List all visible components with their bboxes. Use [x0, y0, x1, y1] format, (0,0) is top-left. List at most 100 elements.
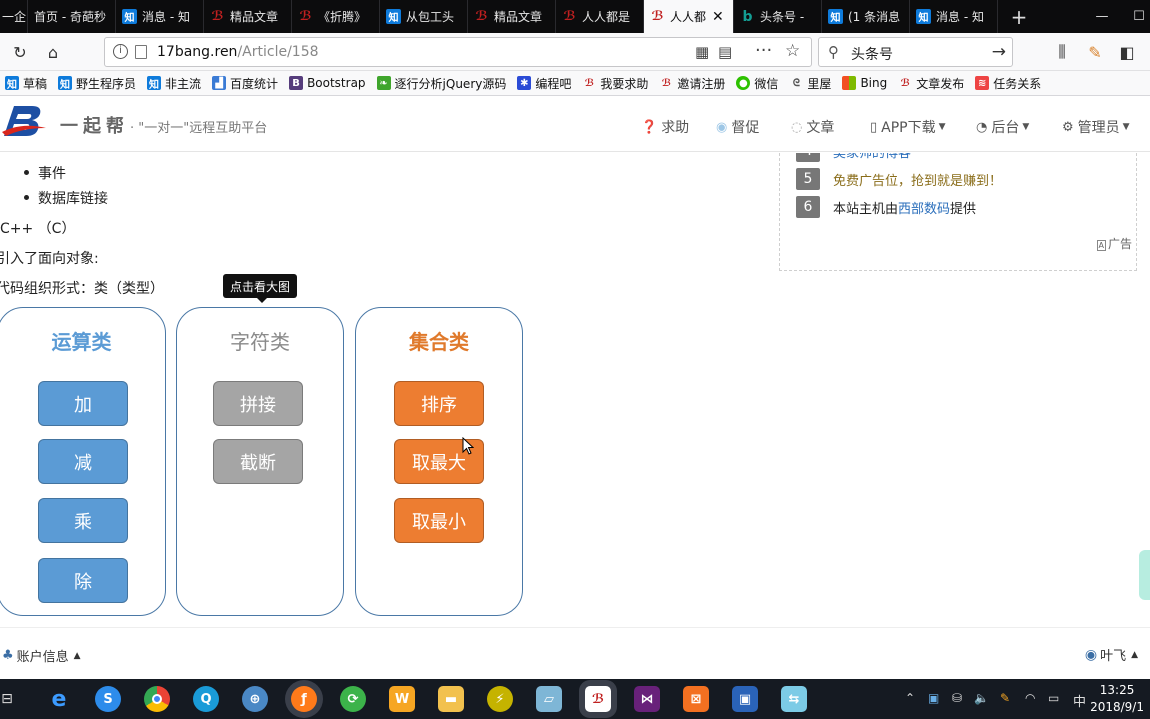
- firefox-icon[interactable]: ƒ: [291, 686, 317, 712]
- bookmark-label: 编程吧: [535, 76, 572, 91]
- nav-supervise[interactable]: ◉ 督促: [716, 117, 759, 137]
- eye-icon: ◉: [716, 119, 728, 135]
- bookmark-item[interactable]: 知草稿: [5, 75, 47, 92]
- bookmark-item[interactable]: ❧ 逐行分析jQuery源码: [376, 75, 506, 92]
- nav-help[interactable]: ❓ 求助: [641, 117, 689, 137]
- account-info-menu[interactable]: ♣ 账户信息 ▲: [2, 646, 81, 665]
- rank-badge: 4: [796, 153, 820, 162]
- host-provider-link[interactable]: 西部数码: [898, 202, 950, 217]
- clock-time: 13:25: [1099, 683, 1135, 697]
- 17bang-app-icon[interactable]: ℬ: [585, 686, 611, 712]
- home-icon[interactable]: ⌂: [42, 41, 64, 63]
- bookmark-item[interactable]: ᘓ 里屋: [789, 75, 832, 92]
- nav-articles[interactable]: ◌ 文章: [791, 117, 834, 137]
- nav-app-download[interactable]: ▯ APP下载 ▼: [870, 117, 946, 137]
- tab-label: 人人都: [670, 10, 707, 24]
- tab-active[interactable]: ℬ 人人都 ✕: [644, 0, 734, 33]
- bookmark-item[interactable]: ℬ 我要求助: [582, 75, 649, 92]
- 360-icon[interactable]: ⟳: [340, 686, 366, 712]
- tab-zhihu-home[interactable]: 首页 - 奇葩秒: [28, 0, 116, 33]
- tab-messages-count[interactable]: 知 (1 条消息: [822, 0, 910, 33]
- maximize-icon[interactable]: ☐: [1124, 0, 1150, 33]
- nav-backend[interactable]: ◔ 后台 ▼: [976, 117, 1029, 137]
- reader-view-icon[interactable]: ▤: [718, 43, 732, 61]
- battery-icon[interactable]: ▭: [1048, 691, 1059, 705]
- leaf-icon: ❧: [376, 76, 391, 90]
- sogou-icon[interactable]: S: [95, 686, 121, 712]
- qr-code-icon[interactable]: ▦: [695, 43, 709, 61]
- search-go-icon[interactable]: →: [992, 42, 1006, 62]
- input-language[interactable]: 中: [1073, 691, 1086, 710]
- app-icon[interactable]: ⚡: [487, 686, 513, 712]
- wifi-icon[interactable]: ◠: [1025, 691, 1035, 705]
- library-icon[interactable]: ⫼: [1051, 41, 1073, 63]
- file-explorer-icon[interactable]: ▬: [438, 686, 464, 712]
- bookmark-item[interactable]: ● 微信: [736, 75, 778, 92]
- tab-articles[interactable]: ℬ 精品文章: [204, 0, 292, 33]
- chrome-icon[interactable]: [144, 686, 170, 712]
- info-icon[interactable]: i: [113, 44, 128, 59]
- search-box[interactable]: ⚲ 头条号 →: [818, 37, 1013, 67]
- more-actions-icon[interactable]: ···: [755, 40, 772, 61]
- url-text: 17bang.ren/Article/158: [157, 44, 319, 60]
- system-clock[interactable]: 13:25 2018/9/1: [1090, 682, 1144, 716]
- site-logo[interactable]: [2, 102, 46, 138]
- bookmark-item[interactable]: ℬ 邀请注册: [659, 75, 726, 92]
- page-icon: [135, 45, 147, 59]
- tab-overflow[interactable]: 一企: [0, 0, 28, 33]
- reload-icon[interactable]: ↻: [9, 41, 31, 63]
- bookmark-label: 百度统计: [230, 76, 279, 91]
- bookmark-item[interactable]: ✱ 编程吧: [517, 75, 571, 92]
- bookmark-item[interactable]: ℬ 文章发布: [898, 75, 965, 92]
- tray-app-icon[interactable]: ▣: [928, 691, 939, 705]
- tab-renren[interactable]: ℬ 人人都是: [556, 0, 644, 33]
- zhihu-icon: 知: [5, 76, 19, 91]
- minimize-icon[interactable]: —: [1080, 0, 1124, 33]
- tray-expand-icon[interactable]: ⌃: [905, 691, 915, 705]
- sidebar-icon[interactable]: ◧: [1116, 41, 1138, 63]
- ranking-link[interactable]: 免费广告位，抢到就是赚到！: [833, 170, 1002, 189]
- bookmark-item[interactable]: B Bootstrap: [289, 76, 366, 90]
- search-input[interactable]: 头条号: [851, 44, 893, 64]
- new-tab-button[interactable]: +: [998, 0, 1040, 33]
- tab-baogongtou[interactable]: 知从包工头: [380, 0, 468, 33]
- tab-zhihu-messages-2[interactable]: 知消息 - 知: [910, 0, 998, 33]
- visual-studio-icon[interactable]: ⋈: [634, 686, 660, 712]
- paw-icon: ✱: [517, 76, 532, 90]
- 17bang-icon: ℬ: [475, 9, 488, 24]
- ranking-link[interactable]: 吴家帅的博客: [833, 153, 911, 161]
- wps-icon[interactable]: W: [389, 686, 415, 712]
- close-tab-icon[interactable]: ✕: [712, 9, 724, 25]
- bookmark-item[interactable]: Bing: [842, 76, 887, 90]
- user-menu[interactable]: ◉ 叶飞 ▲: [1085, 645, 1138, 665]
- tab-toutiao[interactable]: b 头条号 -: [734, 0, 822, 33]
- extension-icon[interactable]: ✎: [1084, 41, 1106, 63]
- list-item: 事件: [24, 163, 66, 183]
- bookmark-star-icon[interactable]: ☆: [785, 41, 800, 61]
- bookmark-item[interactable]: ≋ 任务关系: [975, 75, 1041, 92]
- bookmark-item[interactable]: 知野生程序员: [58, 75, 136, 92]
- nav-admin[interactable]: ⚙ 管理员 ▼: [1062, 117, 1130, 137]
- comment-icon: ◌: [791, 119, 803, 135]
- edge-icon[interactable]: e: [46, 686, 72, 712]
- bookmark-item[interactable]: 知非主流: [147, 75, 201, 92]
- ie-icon[interactable]: ⊕: [242, 686, 268, 712]
- qq-browser-icon[interactable]: Q: [193, 686, 219, 712]
- remote-desktop-icon[interactable]: ▣: [732, 686, 758, 712]
- volume-icon[interactable]: 🔈: [974, 691, 989, 705]
- teamviewer-icon[interactable]: ⇆: [781, 686, 807, 712]
- task-view-icon[interactable]: ⊟: [0, 686, 20, 712]
- xampp-icon[interactable]: ⊠: [683, 686, 709, 712]
- tab-articles-2[interactable]: ℬ 精品文章: [468, 0, 556, 33]
- side-feedback-tab[interactable]: [1139, 550, 1150, 600]
- ranking-text: 本站主机由西部数码提供: [833, 198, 976, 217]
- address-bar[interactable]: i 17bang.ren/Article/158 ▦ ▤ ··· ☆: [104, 37, 812, 67]
- tab-zhihu-messages[interactable]: 知消息 - 知: [116, 0, 204, 33]
- notepad-icon[interactable]: ▱: [536, 686, 562, 712]
- mouse-cursor-icon: [462, 437, 474, 455]
- nav-label: 后台: [991, 120, 1020, 136]
- tab-zheteng[interactable]: ℬ 《折腾》: [292, 0, 380, 33]
- tray-network-drive-icon[interactable]: ⛁: [952, 691, 962, 705]
- ime-icon[interactable]: ✎: [1000, 691, 1010, 705]
- bookmark-item[interactable]: ▟ 百度统计: [212, 75, 278, 92]
